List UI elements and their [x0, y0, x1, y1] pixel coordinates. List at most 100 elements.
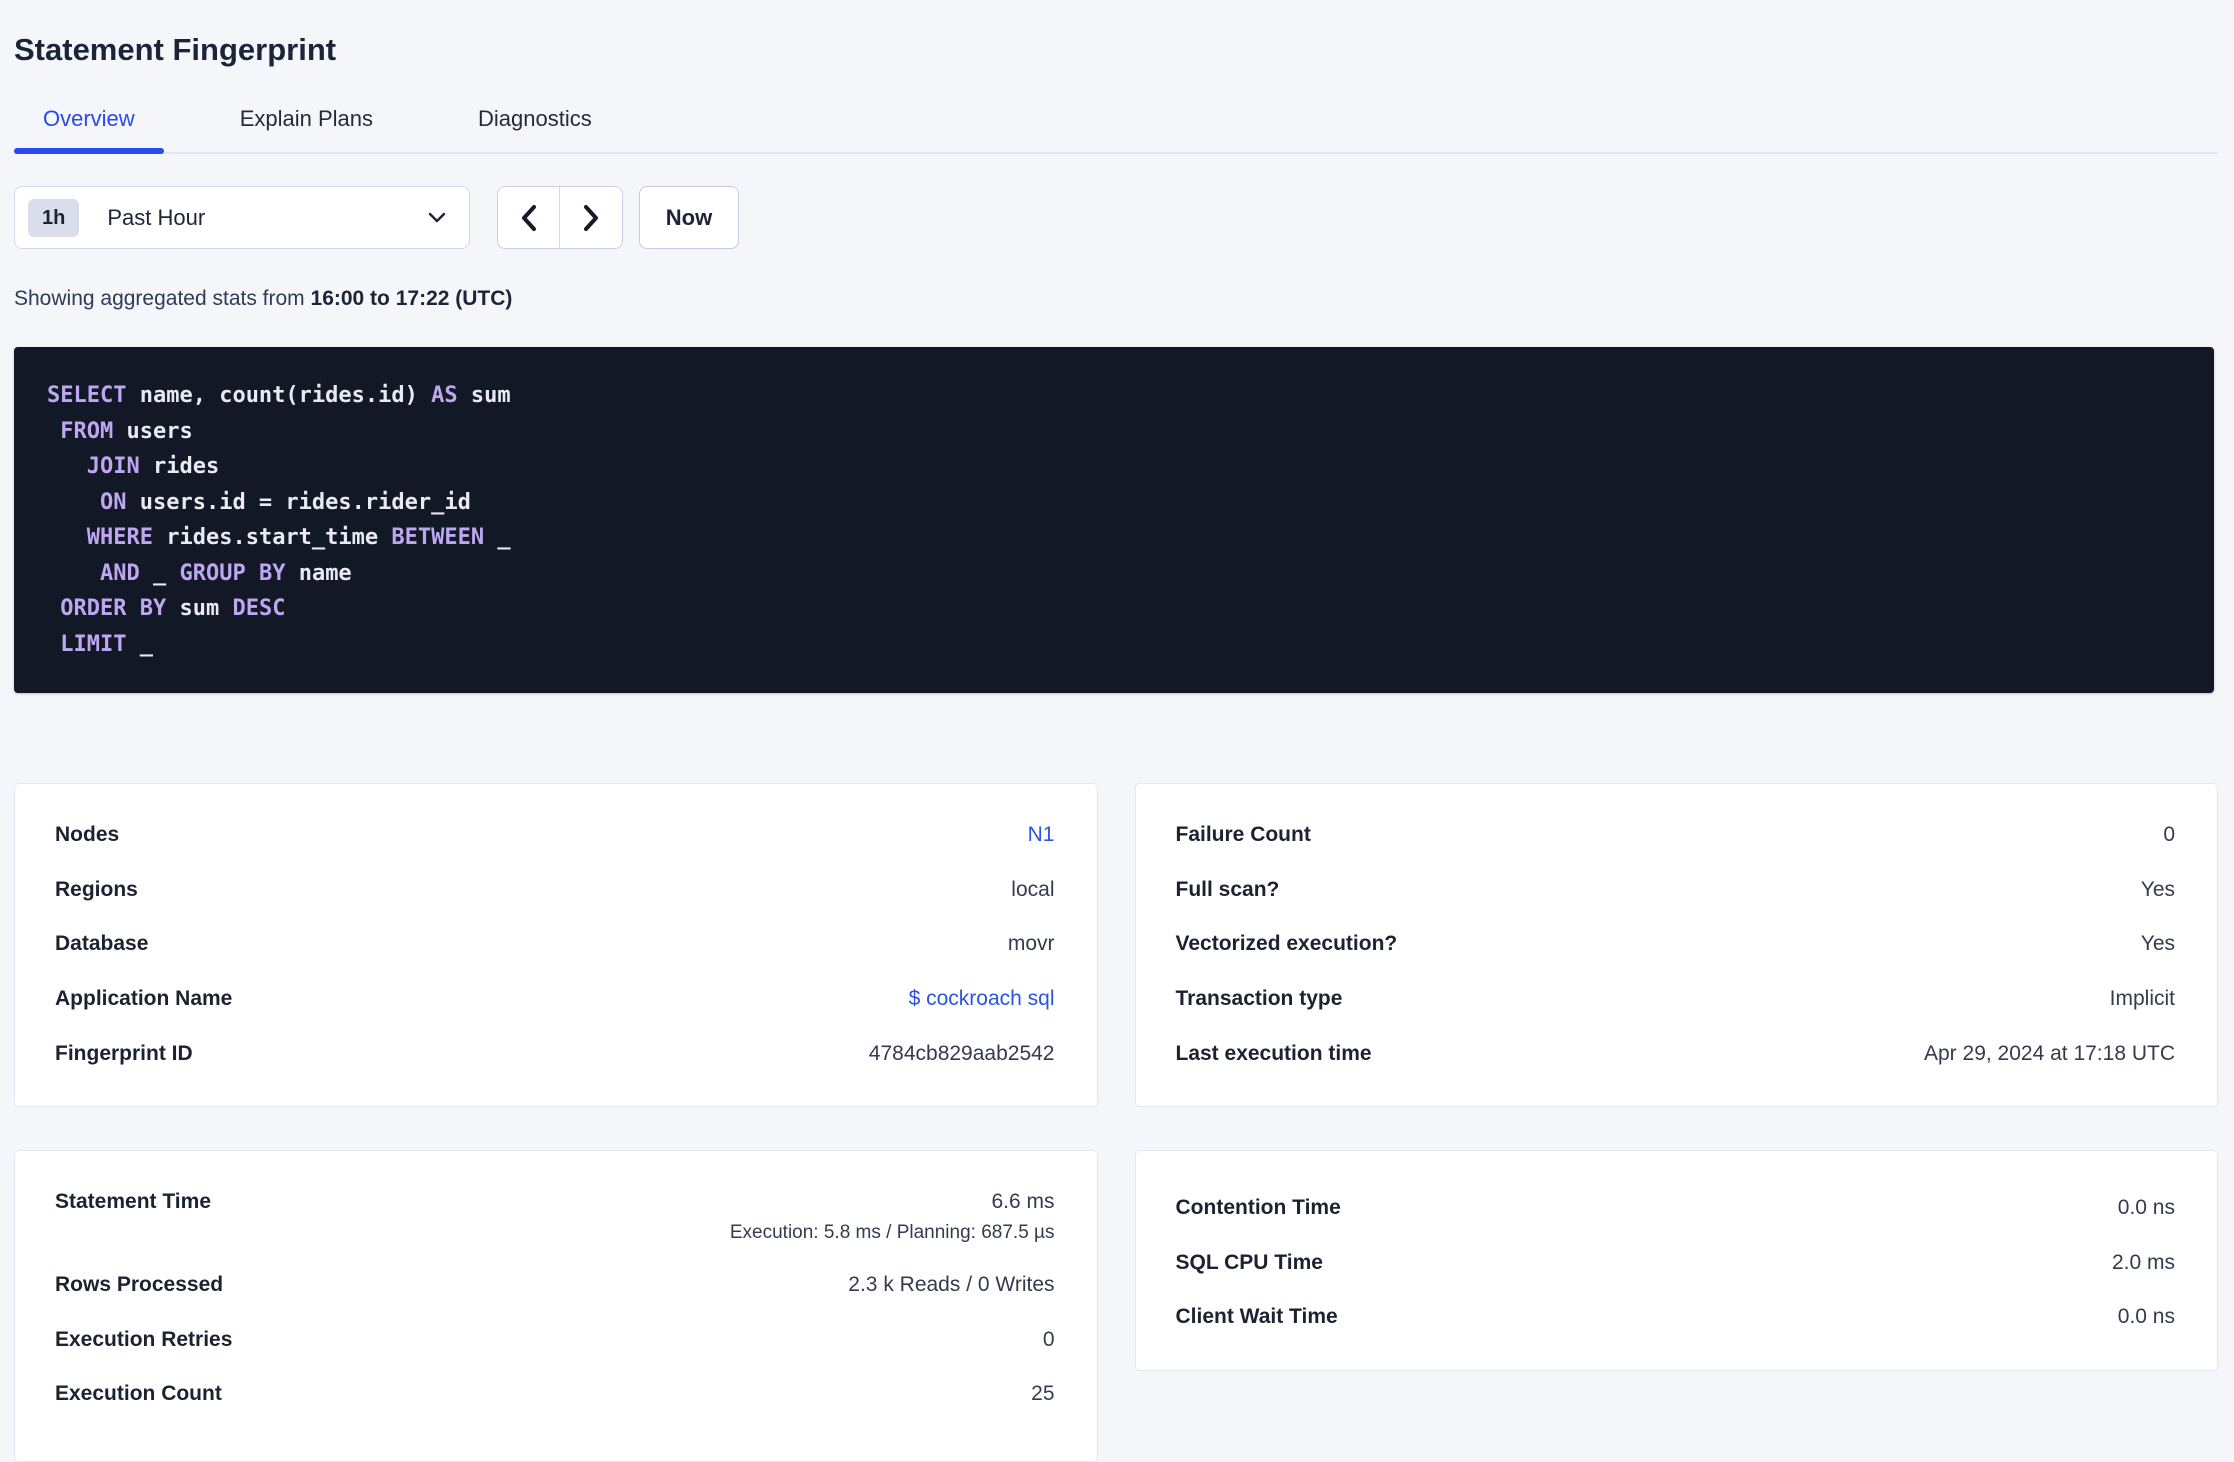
chevron-down-icon: [428, 212, 446, 223]
sql-keyword: DESC: [232, 596, 286, 621]
stat-label: Execution Count: [55, 1382, 222, 1406]
tab-overview[interactable]: Overview: [14, 106, 164, 154]
stat-row-application-name: Application Name $ cockroach sql: [55, 972, 1055, 1027]
sql-text: rides.start_time: [152, 525, 392, 550]
sql-text: sum: [457, 383, 511, 408]
stat-row-statement-time: Statement Time 6.6 ms Execution: 5.8 ms / …: [55, 1181, 1055, 1258]
sql-line: WHERE rides.start_time BETWEEN _: [47, 520, 2184, 556]
stat-value-wrap: Implicit: [2110, 987, 2175, 1011]
tab-label: Explain Plans: [239, 106, 373, 131]
stat-label: Application Name: [55, 987, 233, 1011]
stat-label: Regions: [55, 877, 138, 901]
chevron-left-icon: [521, 204, 536, 231]
stat-row-fingerprint-id: Fingerprint ID 4784cb829aab2542: [55, 1026, 1055, 1081]
stat-label: Rows Processed: [55, 1273, 224, 1297]
stat-row-rows-processed: Rows Processed 2.3 k Reads / 0 Writes: [55, 1258, 1055, 1313]
stat-label: SQL CPU Time: [1175, 1250, 1323, 1274]
sql-keyword: WHERE: [86, 525, 153, 550]
next-range-button[interactable]: [560, 187, 622, 248]
stat-row-contention-time: Contention Time 0.0 ns: [1176, 1181, 2176, 1236]
sql-text: rides: [139, 454, 220, 479]
stat-row-last-execution-time: Last execution time Apr 29, 2024 at 17:18…: [1176, 1026, 2176, 1081]
stat-value-wrap: Yes: [2141, 932, 2175, 956]
sql-keyword: GROUP BY: [179, 560, 286, 586]
stat-value-wrap: movr: [1008, 932, 1055, 956]
page-content: Statement Fingerprint Overview Explain Pl…: [0, 0, 2234, 1462]
prev-range-button[interactable]: [498, 187, 560, 248]
time-range-stepper: [497, 186, 623, 249]
stat-value: Yes: [2140, 932, 2175, 956]
stat-row-failure-count: Failure Count 0: [1176, 808, 2176, 863]
sql-line: JOIN rides: [47, 449, 2184, 485]
stat-value-link[interactable]: N1: [1028, 823, 1055, 847]
stat-label: Last execution time: [1175, 1041, 1372, 1065]
sql-keyword: AND: [99, 560, 140, 586]
stat-value: 2.0 ms: [2111, 1250, 2175, 1274]
now-button[interactable]: Now: [639, 186, 739, 249]
stat-label: Contention Time: [1175, 1196, 1341, 1220]
stat-value-wrap: 6.6 ms Execution: 5.8 ms / Planning: 687.…: [730, 1190, 1055, 1244]
stat-value-link[interactable]: $ cockroach sql: [909, 987, 1055, 1011]
sql-text: _: [139, 560, 180, 586]
stat-value: Yes: [2140, 877, 2175, 901]
sql-text: _: [484, 525, 511, 550]
stat-row-client-wait-time: Client Wait Time 0.0 ns: [1176, 1290, 2176, 1345]
sql-keyword: JOIN: [86, 454, 140, 479]
sql-line: LIMIT _: [47, 627, 2184, 663]
stat-value: Implicit: [2109, 987, 2175, 1011]
sql-keyword: LIMIT: [60, 631, 127, 657]
sql-text: sum: [166, 596, 233, 621]
stat-value: 2.3 k Reads / 0 Writes: [848, 1273, 1055, 1297]
summary-cards: Nodes N1 Regions local Database movr Applicati…: [14, 783, 2218, 1462]
sql-keyword: ON: [99, 489, 127, 515]
stat-label: Fingerprint ID: [55, 1041, 193, 1065]
sql-statement-box: SELECT name, count(rides.id) AS sum FROM…: [14, 347, 2214, 693]
stat-label: Failure Count: [1175, 823, 1311, 847]
tab-label: Overview: [43, 106, 135, 131]
stat-value-wrap: Yes: [2141, 878, 2175, 902]
stat-label: Execution Retries: [55, 1327, 233, 1351]
stat-label: Transaction type: [1175, 987, 1343, 1011]
stat-value-wrap: 4784cb829aab2542: [869, 1042, 1055, 1066]
sql-text: users.id = rides.rider_id: [126, 489, 471, 515]
sql-keyword: FROM: [60, 418, 114, 444]
tab-bar: Overview Explain Plans Diagnostics: [14, 106, 2218, 154]
stat-value: 0.0 ns: [2117, 1305, 2175, 1329]
page-title: Statement Fingerprint: [14, 32, 337, 67]
tab-explain-plans[interactable]: Explain Plans: [211, 106, 402, 152]
stat-label: Statement Time: [55, 1190, 211, 1213]
time-range-dropdown[interactable]: 1h Past Hour: [14, 186, 470, 249]
stat-value: Apr 29, 2024 at 17:18 UTC: [1924, 1041, 2175, 1065]
tab-diagnostics[interactable]: Diagnostics: [449, 106, 621, 152]
stat-row-execution-count: Execution Count 25: [55, 1367, 1055, 1422]
stat-value: 6.6 ms: [991, 1190, 1055, 1213]
stat-value-wrap: N1: [1028, 823, 1055, 847]
stat-value-wrap: local: [1011, 878, 1054, 902]
chevron-right-icon: [584, 204, 598, 231]
card-wait-time-stats: Contention Time 0.0 ns SQL CPU Time 2.0 ms C…: [1134, 1150, 2218, 1371]
sql-line: SELECT name, count(rides.id) AS sum: [47, 378, 2184, 414]
sql-keyword: AS: [431, 383, 458, 408]
sql-text: name, count(rides.id): [126, 383, 432, 408]
sql-text: users: [113, 418, 193, 444]
aggregated-stats-note: Showing aggregated stats from 16:00 to 1…: [14, 287, 2218, 311]
stat-value-wrap: 2.0 ms: [2112, 1251, 2175, 1275]
stat-row-execution-retries: Execution Retries 0: [55, 1313, 1055, 1368]
stat-row-full-scan: Full scan? Yes: [1176, 863, 2176, 918]
stat-row-regions: Regions local: [55, 863, 1055, 918]
stat-row-transaction-type: Transaction type Implicit: [1176, 972, 2176, 1027]
card-execution-attributes: Failure Count 0 Full scan? Yes Vectorized ex…: [1134, 783, 2218, 1107]
sql-keyword: BETWEEN: [391, 525, 485, 550]
card-statement-metadata: Nodes N1 Regions local Database movr Applicati…: [14, 783, 1098, 1107]
stat-value-wrap: 25: [1031, 1382, 1054, 1406]
stat-subvalue: Execution: 5.8 ms / Planning: 687.5 µs: [729, 1222, 1055, 1243]
stat-value-wrap: 0.0 ns: [2118, 1196, 2175, 1220]
stat-row-database: Database movr: [55, 917, 1055, 972]
stat-row-nodes: Nodes N1: [55, 808, 1055, 863]
stat-value-wrap: 0: [1043, 1328, 1055, 1352]
